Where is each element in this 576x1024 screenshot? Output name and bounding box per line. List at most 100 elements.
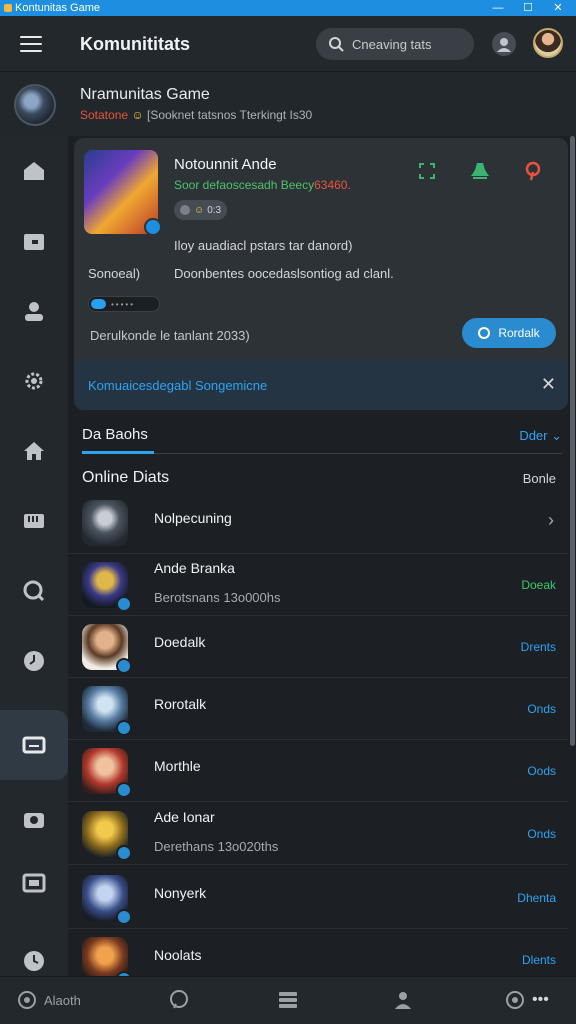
clock-icon[interactable] (0, 626, 68, 696)
group-avatar[interactable] (14, 84, 56, 126)
chat-bubble-icon (18, 991, 36, 1009)
verified-icon (116, 720, 132, 736)
member-avatar[interactable] (82, 624, 132, 674)
scrollbar-thumb[interactable] (570, 136, 575, 746)
member-name: Ande Branka (154, 560, 235, 576)
smiley-icon: ☺ (131, 108, 144, 122)
more-icon[interactable]: ••• (504, 989, 549, 1011)
more-label: ••• (532, 991, 549, 1008)
list-item[interactable]: Doedalk Drents (68, 616, 568, 678)
user-group-icon[interactable] (277, 989, 299, 1011)
chat-icon[interactable] (0, 710, 68, 780)
gear-icon[interactable] (0, 346, 68, 416)
member-name: Nonyerk (154, 885, 207, 901)
tab-bar: Da Baohs Dder ⌄ (82, 426, 562, 454)
circle-icon (478, 327, 491, 339)
primary-action-button[interactable]: Rordalk (462, 318, 556, 348)
notice-banner: Komuaicesdegabl Songemicne ✕ (74, 360, 568, 410)
tab-active[interactable]: Da Baohs (82, 426, 148, 451)
settings-icon[interactable] (392, 989, 414, 1011)
featured-description: Iloy auadiacl pstars tar danord) (174, 238, 353, 253)
member-avatar[interactable] (82, 686, 132, 736)
window-titlebar: Kontunitas Game — ☐ ✕ (0, 0, 576, 16)
member-status[interactable]: Doeak (521, 578, 556, 592)
member-name: Morthle (154, 758, 201, 774)
section-action[interactable]: Bonle (523, 471, 556, 486)
member-status[interactable]: Onds (527, 827, 556, 841)
app-title: Komunititats (80, 34, 190, 54)
bottom-first-label: Alaoth (44, 992, 81, 1008)
game-thumbnail[interactable] (84, 150, 162, 236)
expand-icon[interactable] (414, 158, 440, 184)
list-item[interactable]: Rorotalk Onds (68, 678, 568, 740)
pin-icon[interactable] (520, 158, 546, 184)
search-icon (329, 37, 344, 52)
bottom-first-item[interactable]: Alaoth (16, 989, 81, 1011)
maximize-button[interactable]: ☐ (518, 0, 538, 16)
list-item[interactable]: Morthle Oods (68, 740, 568, 802)
home-icon[interactable] (0, 136, 68, 206)
verified-icon (116, 845, 132, 861)
featured-card: Notounnit Ande Soor defaoscesadh Beecy63… (74, 138, 568, 410)
main-content: Notounnit Ande Soor defaoscesadh Beecy63… (68, 136, 576, 991)
featured-footer: Derulkonde le tanlant 2033) (90, 328, 250, 343)
scrollbar[interactable] (570, 136, 575, 976)
apps-grid-icon[interactable] (168, 989, 190, 1011)
dot-icon (180, 205, 190, 215)
grid-icon[interactable] (0, 486, 68, 556)
emoji-icon: ☺ (194, 204, 205, 216)
verified-icon (116, 658, 132, 674)
search-input[interactable]: Cneaving tats (316, 28, 474, 60)
search-icon[interactable] (0, 556, 68, 626)
member-status[interactable]: Dhenta (517, 891, 556, 905)
list-item[interactable]: Nolpecuning › (68, 492, 568, 554)
member-avatar[interactable] (82, 562, 132, 612)
house-icon[interactable] (0, 416, 68, 486)
group-header: Nramunitas Game Sotatone ☺ [Sooknet tats… (0, 72, 576, 136)
member-name: Doedalk (154, 634, 206, 650)
member-avatar[interactable] (82, 748, 132, 798)
camera-icon[interactable] (0, 784, 68, 854)
group-status-hot: Sotatone (80, 108, 129, 122)
featured-label: Sonoeal) (88, 266, 141, 281)
user-avatar[interactable] (533, 28, 563, 58)
member-status[interactable]: Dlents (522, 953, 556, 967)
search-placeholder: Cneaving tats (352, 36, 432, 52)
featured-subtitle-text: Soor defaoscesadh Beecy (174, 178, 315, 192)
close-window-button[interactable]: ✕ (548, 0, 568, 16)
progress-bar[interactable]: ••••• (88, 296, 160, 312)
progress-dots: ••••• (111, 300, 136, 309)
gallery-icon[interactable] (0, 848, 68, 918)
folder-icon[interactable] (0, 206, 68, 276)
member-name: Noolats (154, 947, 202, 963)
featured-subtitle-hot: 63460. (314, 178, 351, 192)
member-name: Ade Ionar (154, 809, 215, 825)
menu-icon[interactable] (20, 36, 42, 52)
member-subtitle: Berotsnans 13o000hs (154, 590, 281, 605)
member-status[interactable]: Oods (527, 764, 556, 778)
person-icon[interactable] (0, 276, 68, 346)
progress-fill (91, 299, 106, 309)
chevron-right-icon[interactable]: › (548, 510, 554, 531)
member-status[interactable]: Onds (527, 702, 556, 716)
list-item[interactable]: Nonyerk Dhenta (68, 867, 568, 929)
featured-detail: Doonbentes oocedaslsontiog ad clanl. (174, 266, 394, 281)
member-avatar[interactable] (82, 811, 132, 861)
game-controller-icon[interactable] (467, 158, 493, 184)
member-avatar[interactable] (82, 875, 132, 925)
close-icon[interactable]: ✕ (541, 374, 556, 395)
reaction-count: 0:3 (207, 204, 222, 216)
profile-icon[interactable] (492, 32, 516, 56)
minimize-button[interactable]: — (488, 0, 508, 16)
list-item[interactable]: Ande Branka Berotsnans 13o000hs Doeak (68, 554, 568, 616)
reaction-pill[interactable]: ☺ 0:3 (174, 200, 228, 220)
filter-dropdown[interactable]: Dder ⌄ (519, 428, 562, 444)
group-status-text: [Sooknet tatsnos Tterkingt Is30 (147, 108, 313, 122)
notice-text[interactable]: Komuaicesdegabl Songemicne (88, 378, 267, 393)
top-bar: Komunititats Cneaving tats (0, 16, 576, 72)
member-status[interactable]: Drents (521, 640, 556, 654)
list-item[interactable]: Ade Ionar Derethans 13o020ths Onds (68, 803, 568, 865)
app-icon (4, 4, 12, 12)
member-avatar[interactable] (82, 500, 128, 546)
tab-underline (82, 451, 154, 454)
